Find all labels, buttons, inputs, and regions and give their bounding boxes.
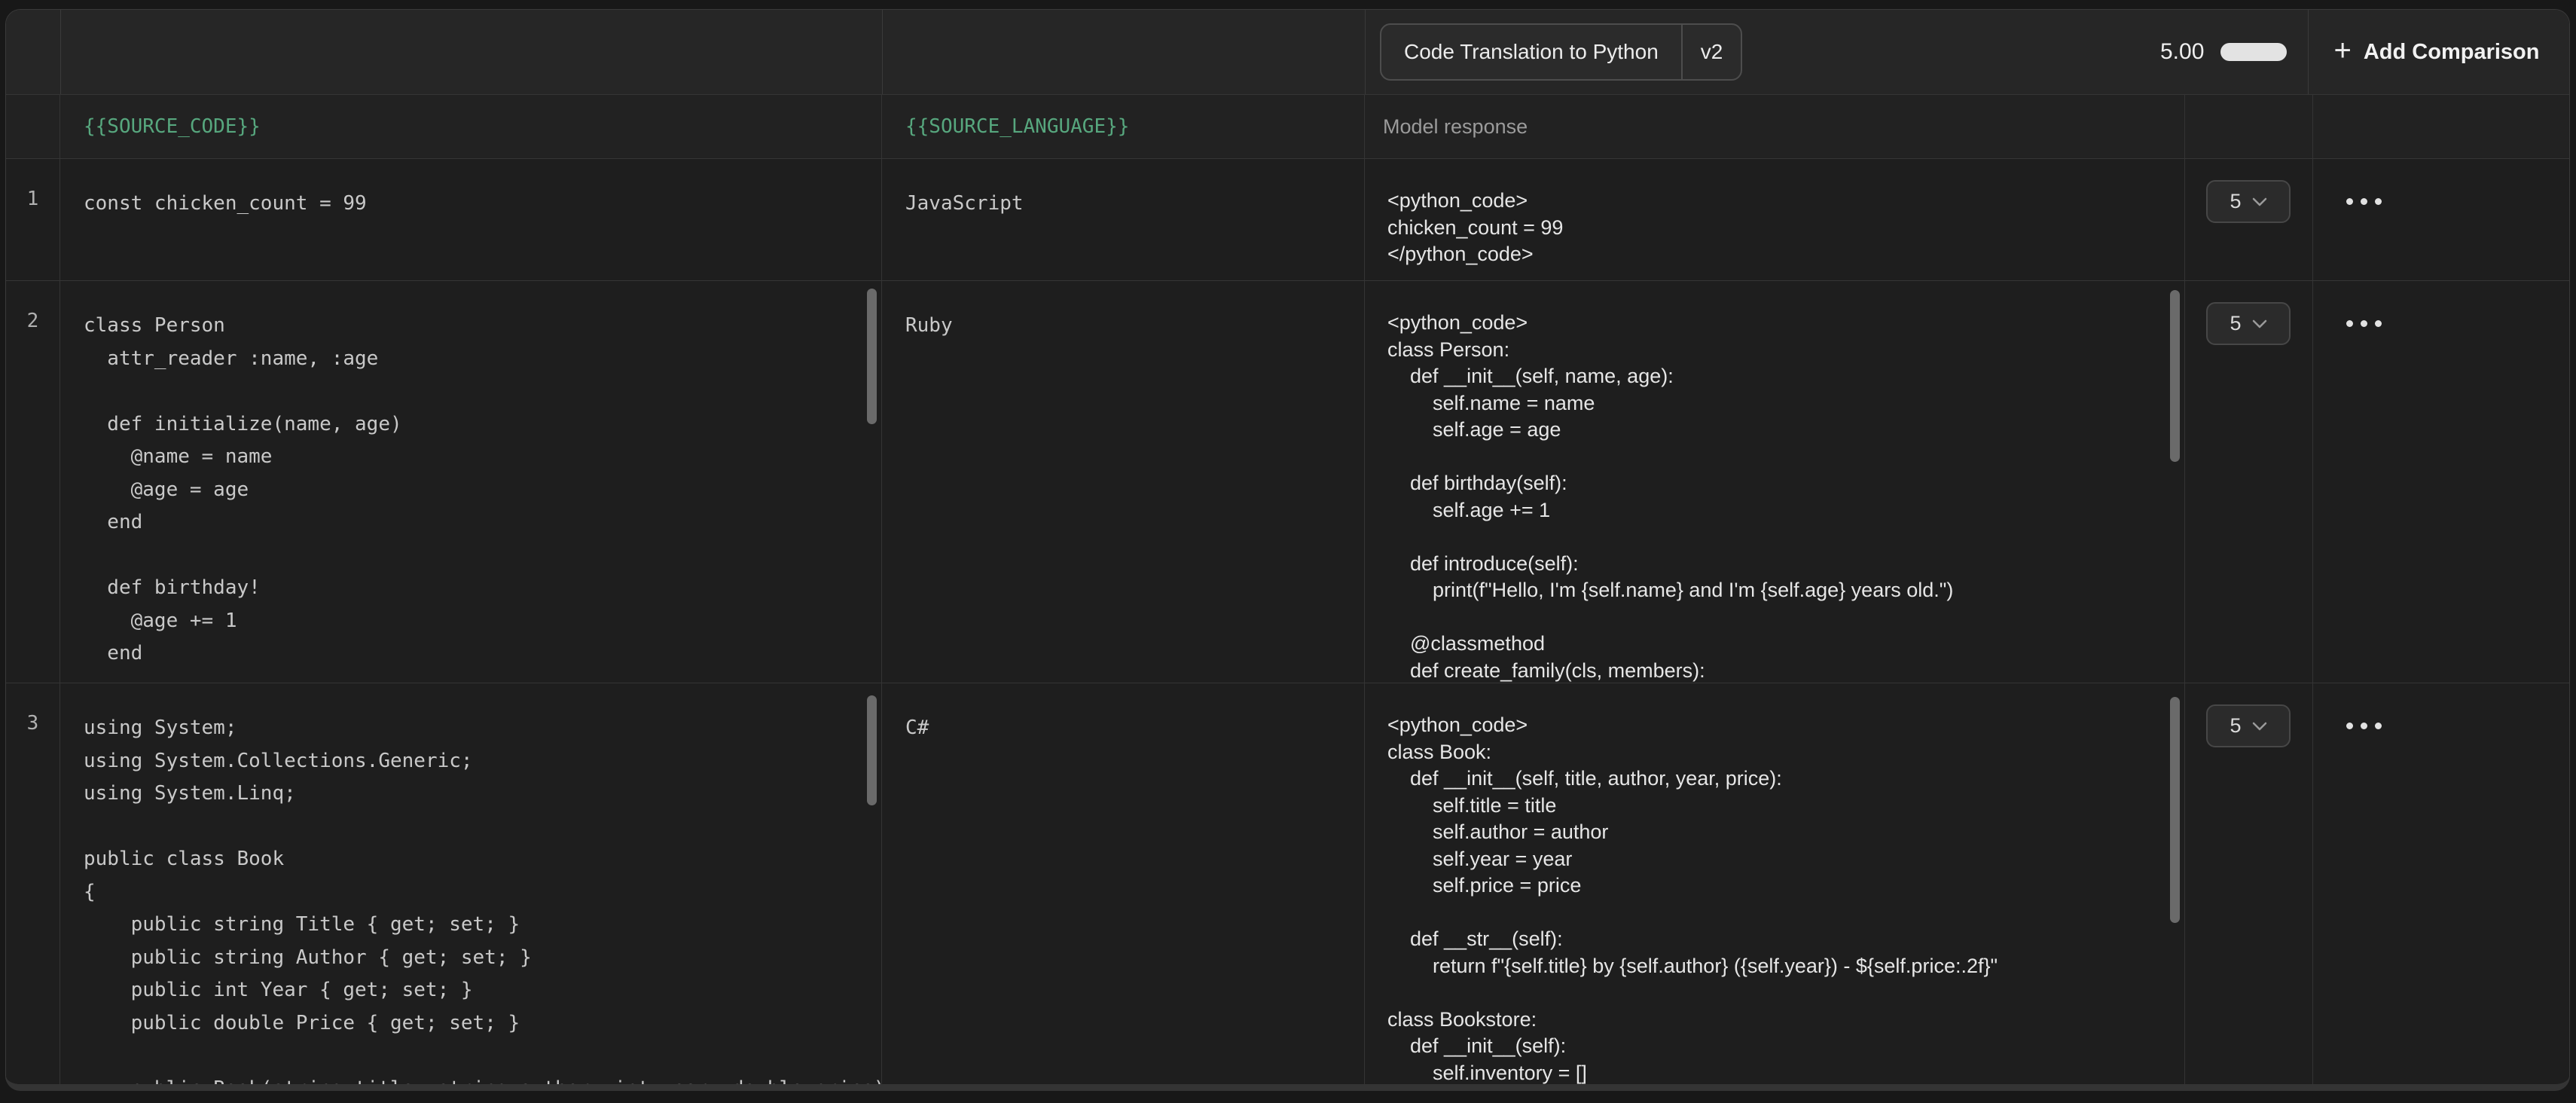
source-language-header-label: {{SOURCE_LANGUAGE}} xyxy=(882,115,1129,138)
language-cell: C# xyxy=(882,683,1365,1091)
vertical-scrollbar-thumb[interactable] xyxy=(2170,697,2180,923)
language-cell: JavaScript xyxy=(882,159,1365,280)
model-response-header-label: Model response xyxy=(1365,115,1528,139)
row-actions-button[interactable] xyxy=(2346,180,2391,223)
ellipsis-icon xyxy=(2375,320,2382,327)
row-number: 2 xyxy=(6,281,60,683)
row-number-header xyxy=(6,95,60,158)
vertical-scrollbar-thumb[interactable] xyxy=(2170,290,2180,462)
actions-cell xyxy=(2313,281,2569,683)
add-comparison-label: Add Comparison xyxy=(2364,40,2540,65)
score-value: 5 xyxy=(2230,190,2241,213)
comparison-table: Code Translation to Python v2 5.00 + Add… xyxy=(5,9,2570,1091)
language-cell: Ruby xyxy=(882,281,1365,683)
source-language-header: {{SOURCE_LANGUAGE}} xyxy=(882,95,1365,158)
row-actions-button[interactable] xyxy=(2346,302,2391,345)
source-code-header-label: {{SOURCE_CODE}} xyxy=(60,115,261,138)
source-code-text: const chicken_count = 99 xyxy=(60,159,881,221)
score-header xyxy=(2185,95,2313,158)
model-response-text: <python_code> class Person: def __init__… xyxy=(1365,281,2184,683)
source-code-cell: class Person attr_reader :name, :age def… xyxy=(60,281,882,683)
prompt-version-select[interactable]: Code Translation to Python v2 xyxy=(1380,23,1742,81)
prompt-version-badge[interactable]: v2 xyxy=(1681,25,1741,79)
add-comparison-button[interactable]: + Add Comparison xyxy=(2308,10,2565,94)
table-row: 2 class Person attr_reader :name, :age d… xyxy=(6,280,2569,683)
score-cell: 5 xyxy=(2185,281,2313,683)
chevron-down-icon xyxy=(2252,197,2267,206)
score-cell: 5 xyxy=(2185,683,2313,1091)
actions-cell xyxy=(2313,159,2569,280)
model-response-header: Model response xyxy=(1365,95,2185,158)
ellipsis-icon xyxy=(2346,198,2353,205)
score-dropdown[interactable]: 5 xyxy=(2206,180,2291,223)
score-dropdown[interactable]: 5 xyxy=(2206,302,2291,345)
column-divider xyxy=(882,10,883,94)
chevron-down-icon xyxy=(2252,319,2267,328)
prompt-name[interactable]: Code Translation to Python xyxy=(1381,25,1681,79)
column-divider xyxy=(1365,10,1366,94)
ellipsis-icon xyxy=(2346,723,2353,729)
language-text: JavaScript xyxy=(882,159,1364,221)
column-header-row: {{SOURCE_CODE}} {{SOURCE_LANGUAGE}} Mode… xyxy=(6,94,2569,158)
row-actions-button[interactable] xyxy=(2346,704,2391,747)
model-response-cell: <python_code> class Person: def __init__… xyxy=(1365,281,2185,683)
source-code-text: using System; using System.Collections.G… xyxy=(60,683,881,1091)
score-value: 5 xyxy=(2230,312,2241,335)
chevron-down-icon xyxy=(2252,722,2267,731)
model-response-text: <python_code> chicken_count = 99 </pytho… xyxy=(1365,159,2184,268)
column-divider xyxy=(60,10,61,94)
score-value: 5 xyxy=(2230,714,2241,738)
average-score: 5.00 xyxy=(2160,39,2204,65)
row-number: 1 xyxy=(6,159,60,280)
vertical-scrollbar-thumb[interactable] xyxy=(867,695,877,805)
table-row: 1 const chicken_count = 99 JavaScript <p… xyxy=(6,158,2569,280)
model-response-cell: <python_code> chicken_count = 99 </pytho… xyxy=(1365,159,2185,280)
model-response-cell: <python_code> class Book: def __init__(s… xyxy=(1365,683,2185,1091)
table-row: 3 using System; using System.Collections… xyxy=(6,683,2569,1091)
model-response-text: <python_code> class Book: def __init__(s… xyxy=(1365,683,2184,1086)
actions-header xyxy=(2313,95,2569,158)
ellipsis-icon xyxy=(2361,723,2367,729)
ellipsis-icon xyxy=(2375,198,2382,205)
ellipsis-icon xyxy=(2361,320,2367,327)
source-code-cell: const chicken_count = 99 xyxy=(60,159,882,280)
row-number: 3 xyxy=(6,683,60,1091)
average-score-group: 5.00 xyxy=(2160,10,2300,94)
ellipsis-icon xyxy=(2346,320,2353,327)
source-code-header: {{SOURCE_CODE}} xyxy=(60,95,882,158)
ellipsis-icon xyxy=(2375,723,2382,729)
score-cell: 5 xyxy=(2185,159,2313,280)
actions-cell xyxy=(2313,683,2569,1091)
source-code-text: class Person attr_reader :name, :age def… xyxy=(60,281,881,671)
source-code-cell: using System; using System.Collections.G… xyxy=(60,683,882,1091)
table-top-header: Code Translation to Python v2 5.00 + Add… xyxy=(6,10,2569,94)
language-text: C# xyxy=(882,683,1364,745)
plus-icon: + xyxy=(2334,35,2352,66)
vertical-scrollbar-thumb[interactable] xyxy=(867,289,877,424)
score-progress-pill xyxy=(2220,43,2287,61)
ellipsis-icon xyxy=(2361,198,2367,205)
score-dropdown[interactable]: 5 xyxy=(2206,704,2291,747)
language-text: Ruby xyxy=(882,281,1364,343)
